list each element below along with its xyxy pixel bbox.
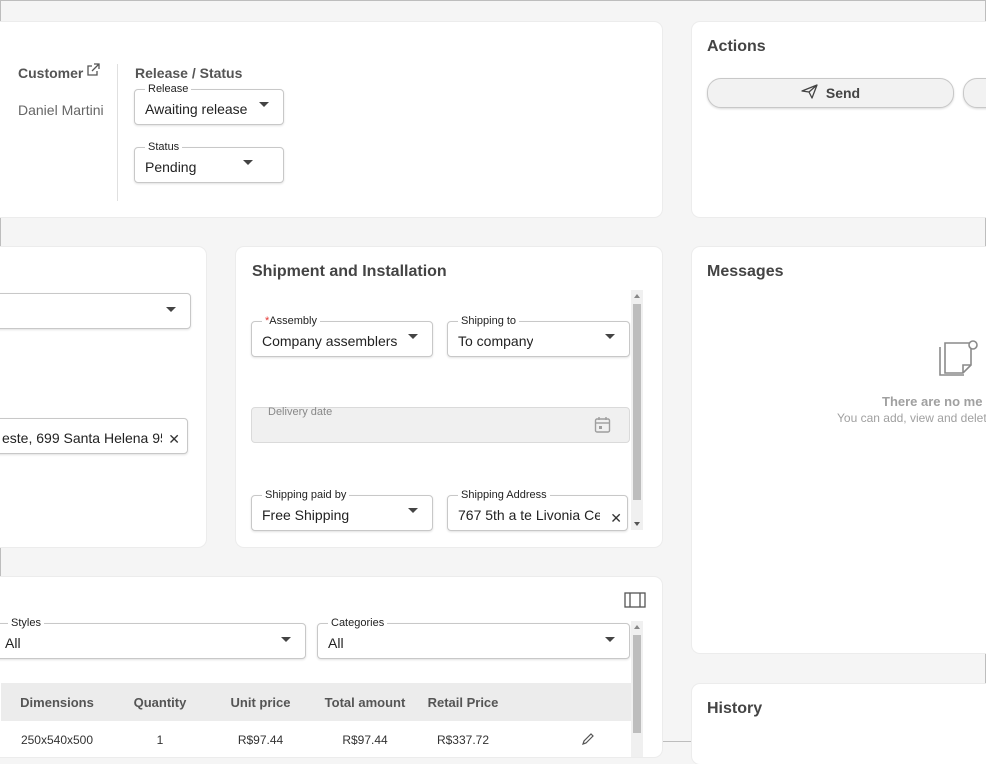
- shipping-to-label: Shipping to: [458, 314, 520, 328]
- shipment-title: Shipment and Installation: [252, 263, 447, 280]
- cell-retail-price: R$337.72: [436, 733, 490, 747]
- send-button-label: Send: [825, 85, 861, 101]
- shipping-to-select[interactable]: Shipping to To company: [447, 314, 630, 357]
- shipping-to-value: To company: [458, 333, 534, 349]
- delivery-date-label: Delivery date: [268, 406, 333, 418]
- shipping-paid-by-value: Free Shipping: [262, 507, 350, 523]
- customer-label: Customer: [18, 65, 84, 81]
- release-select[interactable]: Release Awaiting release: [134, 82, 284, 125]
- categories-select[interactable]: Categories All: [317, 616, 630, 659]
- address-value: este, 699 Santa Helena 95: [2, 430, 162, 446]
- messages-card: Messages There are no me You can add, vi…: [692, 247, 986, 653]
- messages-empty-title: There are no me: [882, 394, 983, 409]
- chevron-down-icon: [243, 160, 253, 165]
- cell-total-amount: R$97.44: [342, 733, 388, 747]
- column-header[interactable]: Dimensions: [1, 683, 113, 721]
- chevron-down-icon: [408, 334, 418, 339]
- cell-dimensions: 250x540x500: [20, 733, 94, 747]
- products-card: Styles All Categories All Dimensions Qua…: [0, 577, 662, 757]
- shipping-address-value: 767 5th a te Livonia Ce: [458, 507, 600, 523]
- secondary-action-button[interactable]: [963, 78, 986, 108]
- release-status-label: Release / Status: [135, 65, 243, 81]
- left-select[interactable]: [0, 293, 191, 329]
- status-label: Status: [145, 140, 183, 154]
- chevron-down-icon: [605, 637, 615, 642]
- status-value: Pending: [145, 159, 197, 175]
- delivery-date-field[interactable]: Delivery date: [251, 406, 630, 443]
- shipping-paid-by-select[interactable]: Shipping paid by Free Shipping: [251, 488, 433, 531]
- styles-select[interactable]: Styles All: [0, 616, 306, 659]
- shipping-paid-by-label: Shipping paid by: [262, 488, 350, 502]
- assembly-label: *Assembly: [262, 314, 320, 328]
- actions-card: Actions Send: [692, 22, 986, 217]
- categories-label: Categories: [328, 616, 388, 630]
- shipment-card: Shipment and Installation *Assembly Comp…: [236, 247, 662, 547]
- address-field[interactable]: este, 699 Santa Helena 95 ✕: [0, 418, 188, 454]
- scroll-down-icon[interactable]: [634, 522, 640, 526]
- customer-name: Daniel Martini: [18, 102, 104, 118]
- cell-unit-price: R$97.44: [237, 733, 284, 747]
- categories-value: All: [328, 635, 344, 651]
- vertical-divider: [117, 64, 118, 201]
- calendar-icon[interactable]: [594, 416, 611, 439]
- scrollbar-thumb[interactable]: [633, 635, 641, 733]
- cell-actions: [510, 721, 631, 757]
- clear-icon[interactable]: ✕: [610, 511, 622, 525]
- messages-title: Messages: [707, 263, 784, 280]
- status-select[interactable]: Status Pending: [134, 140, 284, 183]
- external-link-icon[interactable]: [85, 62, 101, 83]
- shipping-address-field[interactable]: Shipping Address 767 5th a te Livonia Ce…: [447, 488, 628, 531]
- customer-details-card: este, 699 Santa Helena 95 ✕: [0, 247, 206, 547]
- column-header[interactable]: Retail Price: [416, 683, 510, 721]
- products-scrollbar[interactable]: [631, 621, 643, 757]
- shipping-address-label: Shipping Address: [458, 488, 550, 502]
- send-button[interactable]: Send: [707, 78, 954, 108]
- notes-icon: [937, 337, 979, 384]
- actions-title: Actions: [707, 38, 766, 55]
- chevron-down-icon: [166, 307, 176, 312]
- styles-value: All: [5, 635, 21, 651]
- chevron-down-icon: [408, 508, 418, 513]
- chevron-down-icon: [605, 334, 615, 339]
- release-label: Release: [145, 82, 192, 96]
- styles-label: Styles: [8, 616, 44, 630]
- scroll-up-icon[interactable]: [634, 625, 640, 629]
- assembly-value: Company assemblers: [262, 333, 398, 349]
- column-header[interactable]: Quantity: [113, 683, 207, 721]
- shipment-scrollbar[interactable]: [631, 290, 643, 530]
- table-row[interactable]: 250x540x500 1 R$97.44 R$97.44 R$337.72: [1, 721, 631, 757]
- order-header-card: Customer Daniel Martini Release / Status…: [0, 22, 662, 217]
- columns-toggle-icon[interactable]: [624, 592, 646, 613]
- clear-icon[interactable]: ✕: [168, 432, 180, 446]
- assembly-select[interactable]: *Assembly Company assemblers: [251, 314, 433, 357]
- send-icon: [801, 84, 818, 102]
- column-header-actions: [510, 683, 631, 721]
- messages-empty-subtitle: You can add, view and delet: [837, 411, 986, 425]
- table-header-row: Dimensions Quantity Unit price Total amo…: [1, 683, 631, 721]
- chevron-down-icon: [281, 637, 291, 642]
- release-value: Awaiting release: [145, 101, 248, 117]
- scrollbar-thumb[interactable]: [633, 304, 641, 500]
- column-header[interactable]: Unit price: [207, 683, 314, 721]
- scroll-up-icon[interactable]: [634, 294, 640, 298]
- cell-quantity: 1: [156, 733, 164, 747]
- column-header[interactable]: Total amount: [314, 683, 416, 721]
- history-title: History: [707, 700, 763, 717]
- history-card: History: [692, 684, 986, 764]
- products-table: Dimensions Quantity Unit price Total amo…: [1, 683, 631, 757]
- chevron-down-icon: [259, 102, 269, 107]
